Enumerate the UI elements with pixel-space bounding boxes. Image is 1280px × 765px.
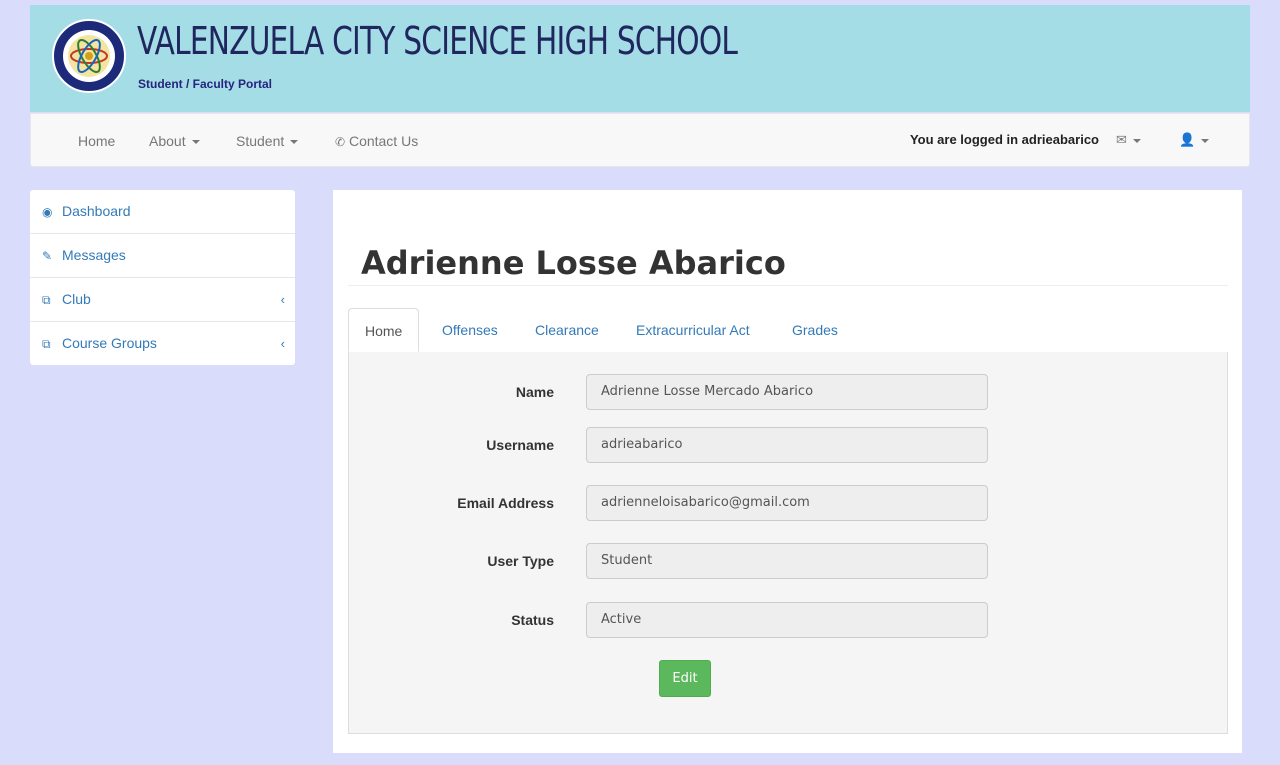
tab-clearance[interactable]: Clearance: [535, 308, 599, 352]
page-title: Adrienne Losse Abarico: [361, 244, 786, 282]
sidebar-item-label: Messages: [62, 247, 126, 263]
tab-extracurricular[interactable]: Extracurricular Act: [636, 308, 750, 352]
nav-contact[interactable]: ✆ Contact Us: [335, 133, 418, 149]
tab-grades[interactable]: Grades: [792, 308, 838, 352]
copy-icon: ⧉: [42, 293, 51, 307]
sidebar-item-dashboard[interactable]: ◉ Dashboard: [30, 190, 295, 234]
caret-down-icon: [1201, 138, 1210, 143]
dashboard-icon: ◉: [42, 205, 53, 219]
name-field[interactable]: Adrienne Losse Mercado Abarico: [586, 374, 988, 410]
user-dropdown[interactable]: 👤: [1179, 132, 1210, 148]
page: VALENZUELA CITY SCIENCE HIGH SCHOOL Stud…: [8, 0, 1272, 765]
user-icon: 👤: [1179, 132, 1196, 147]
chevron-left-icon: ‹: [280, 336, 285, 351]
status-label: Status: [511, 612, 554, 628]
chevron-left-icon: ‹: [280, 292, 285, 307]
header-banner: VALENZUELA CITY SCIENCE HIGH SCHOOL Stud…: [30, 5, 1250, 112]
messages-dropdown[interactable]: ✉: [1116, 132, 1141, 148]
sidebar: ◉ Dashboard ✎ Messages ⧉ Club ‹ ⧉ Course Gro…: [30, 190, 295, 365]
main-content: Adrienne Losse Abarico Home Offenses Cle…: [333, 190, 1242, 753]
user-type-field[interactable]: Student: [586, 543, 988, 579]
profile-tabs: Home Offenses Clearance Extracurricular …: [348, 308, 1228, 353]
phone-icon: ✆: [335, 135, 346, 149]
school-title: VALENZUELA CITY SCIENCE HIGH SCHOOL: [137, 19, 738, 63]
title-divider: [348, 285, 1228, 286]
sidebar-item-label: Dashboard: [62, 203, 131, 219]
nav-student-dropdown[interactable]: Student: [236, 133, 299, 149]
edit-icon: ✎: [42, 249, 53, 263]
email-field[interactable]: adrienneloisabarico@gmail.com: [586, 485, 988, 521]
profile-form-panel: Name Adrienne Losse Mercado Abarico User…: [348, 352, 1228, 734]
nav-about-label: About: [149, 133, 186, 149]
sidebar-item-messages[interactable]: ✎ Messages: [30, 234, 295, 278]
logged-in-status: You are logged in adrieabarico: [909, 132, 1099, 147]
sidebar-item-club[interactable]: ⧉ Club ‹: [30, 278, 295, 322]
edit-button[interactable]: Edit: [659, 660, 711, 697]
nav-contact-label: Contact Us: [348, 133, 419, 149]
username-field[interactable]: adrieabarico: [586, 427, 988, 463]
nav-about-dropdown[interactable]: About: [149, 133, 200, 149]
caret-down-icon: [191, 140, 200, 145]
user-type-label: User Type: [487, 553, 554, 569]
status-field[interactable]: Active: [586, 602, 988, 638]
caret-down-icon: [1132, 138, 1141, 143]
school-logo: [52, 19, 126, 93]
envelope-icon: ✉: [1116, 132, 1127, 147]
top-navbar: Home About Student ✆ Contact Us You are …: [30, 113, 1250, 167]
copy-icon: ⧉: [42, 337, 51, 351]
sidebar-item-label: Club: [62, 291, 91, 307]
sidebar-item-label: Course Groups: [62, 335, 157, 351]
portal-subtitle: Student / Faculty Portal: [138, 77, 273, 91]
username-label: Username: [486, 437, 554, 453]
caret-down-icon: [290, 140, 299, 145]
email-label: Email Address: [457, 495, 554, 511]
atom-icon: [63, 30, 115, 82]
name-label: Name: [515, 384, 554, 400]
nav-student-label: Student: [236, 133, 285, 149]
tab-home[interactable]: Home: [348, 308, 420, 352]
tab-offenses[interactable]: Offenses: [442, 308, 498, 352]
nav-home[interactable]: Home: [78, 133, 115, 149]
sidebar-item-course-groups[interactable]: ⧉ Course Groups ‹: [30, 322, 295, 365]
